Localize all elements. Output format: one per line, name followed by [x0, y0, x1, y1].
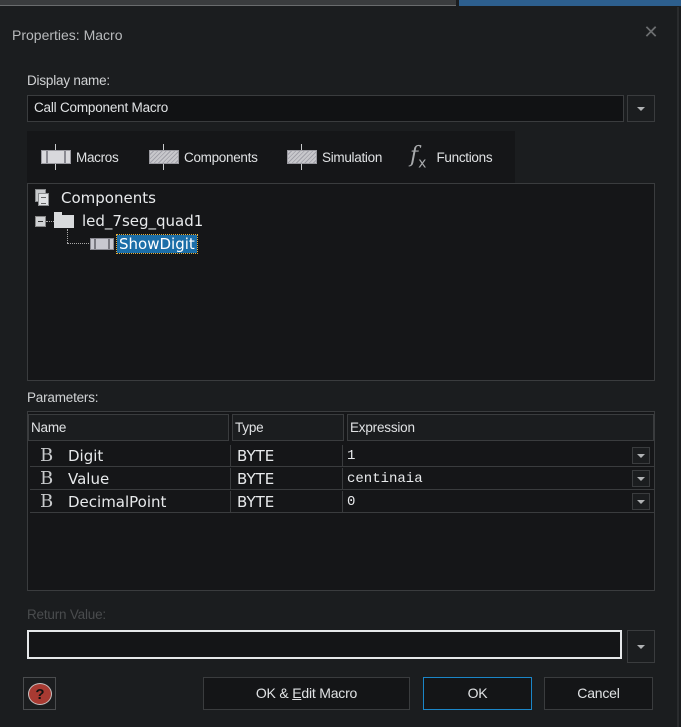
ok-edit-suffix: dit Macro	[301, 685, 358, 701]
return-value-dropdown-button[interactable]	[627, 630, 655, 663]
param-name: DecimalPoint	[68, 493, 167, 511]
tree-item-showdigit-label[interactable]: ShowDigit	[116, 234, 198, 254]
background-window-strip	[0, 0, 681, 7]
tree-connector	[67, 229, 68, 243]
expression-dropdown-button[interactable]	[632, 447, 650, 464]
folder-icon	[54, 211, 74, 228]
param-type: BYTE	[231, 491, 343, 513]
column-header-expression[interactable]: Expression	[347, 414, 654, 441]
parameters-grid: Name Type Expression B Digit BYTE 1 B Valu…	[27, 411, 655, 591]
expression-dropdown-button[interactable]	[632, 470, 650, 487]
fx-icon: fx	[410, 142, 427, 172]
tree-item-showdigit[interactable]: ShowDigit	[90, 234, 198, 254]
param-expression-value: centinaia	[347, 471, 423, 487]
tree-connector	[67, 243, 89, 244]
tree-item-led-7seg-quad1[interactable]: led_7seg_quad1	[35, 211, 204, 230]
column-header-name[interactable]: Name	[28, 414, 229, 441]
macro-icon	[90, 238, 114, 250]
tab-functions[interactable]: fx Functions	[410, 131, 493, 183]
chevron-down-icon	[637, 499, 645, 504]
tab-macros-label: Macros	[76, 149, 119, 165]
collapse-icon[interactable]	[35, 215, 46, 227]
param-expression-value: 1	[347, 448, 356, 464]
tab-functions-label: Functions	[436, 149, 493, 165]
ok-edit-macro-button[interactable]: OK & Edit Macro	[203, 677, 410, 710]
byte-icon: B	[40, 445, 54, 466]
return-value-label: Return Value:	[27, 607, 106, 622]
tree-item-components[interactable]: Components	[35, 189, 156, 207]
help-button[interactable]: ?	[23, 677, 56, 710]
macro-type-tabs: Macros Components Simulation fx Function…	[27, 131, 515, 183]
chevron-down-icon	[637, 106, 645, 111]
simulation-macro-icon	[287, 144, 317, 170]
table-row[interactable]: B DecimalPoint BYTE 0	[30, 491, 655, 513]
param-expression-input[interactable]: 0	[343, 491, 655, 513]
param-expression-value: 0	[347, 494, 356, 510]
param-type: BYTE	[231, 468, 343, 490]
return-value-input[interactable]	[27, 630, 622, 659]
component-macro-icon	[149, 144, 179, 170]
column-header-type[interactable]: Type	[232, 414, 344, 441]
tab-simulation[interactable]: Simulation	[287, 131, 382, 183]
display-name-value: Call Component Macro	[34, 100, 169, 115]
byte-icon: B	[40, 491, 54, 512]
display-name-label: Display name:	[27, 73, 110, 88]
help-icon: ?	[28, 683, 52, 705]
macro-icon	[41, 144, 71, 170]
byte-icon: B	[40, 468, 54, 489]
display-name-field[interactable]: Call Component Macro	[27, 95, 624, 122]
param-name-cell: B DecimalPoint	[30, 491, 231, 513]
cancel-button[interactable]: Cancel	[544, 677, 653, 710]
background-window-edge	[0, 0, 456, 6]
parameters-label: Parameters:	[27, 390, 99, 405]
tree-item-components-label: Components	[61, 189, 156, 207]
param-name: Digit	[68, 447, 104, 465]
display-name-dropdown-button[interactable]	[627, 95, 655, 122]
param-expression-input[interactable]: 1	[343, 445, 655, 467]
tab-macros[interactable]: Macros	[41, 131, 119, 183]
chevron-down-icon	[637, 644, 645, 649]
tree-item-led-7seg-quad1-label: led_7seg_quad1	[82, 212, 204, 230]
table-row[interactable]: B Value BYTE centinaia	[30, 468, 655, 490]
ok-button[interactable]: OK	[423, 677, 532, 710]
table-row[interactable]: B Digit BYTE 1	[30, 445, 655, 467]
chevron-down-icon	[637, 476, 645, 481]
param-expression-input[interactable]: centinaia	[343, 468, 655, 490]
param-type: BYTE	[231, 445, 343, 467]
tab-components-label: Components	[184, 149, 258, 165]
ok-edit-mnemonic: E	[292, 685, 302, 701]
tab-components[interactable]: Components	[149, 131, 258, 183]
param-name-cell: B Digit	[30, 445, 231, 467]
tab-simulation-label: Simulation	[322, 149, 383, 165]
component-macro-tree[interactable]: Components led_7seg_quad1 ShowDigit	[27, 183, 655, 381]
chevron-down-icon	[637, 453, 645, 458]
dialog-title: Properties: Macro	[12, 27, 123, 43]
documents-icon	[35, 189, 51, 207]
param-name: Value	[68, 470, 110, 488]
background-window-accent	[459, 0, 681, 6]
ok-edit-prefix: OK &	[255, 685, 293, 701]
param-name-cell: B Value	[30, 468, 231, 490]
expression-dropdown-button[interactable]	[632, 493, 650, 510]
close-icon[interactable]: ✕	[641, 22, 661, 42]
